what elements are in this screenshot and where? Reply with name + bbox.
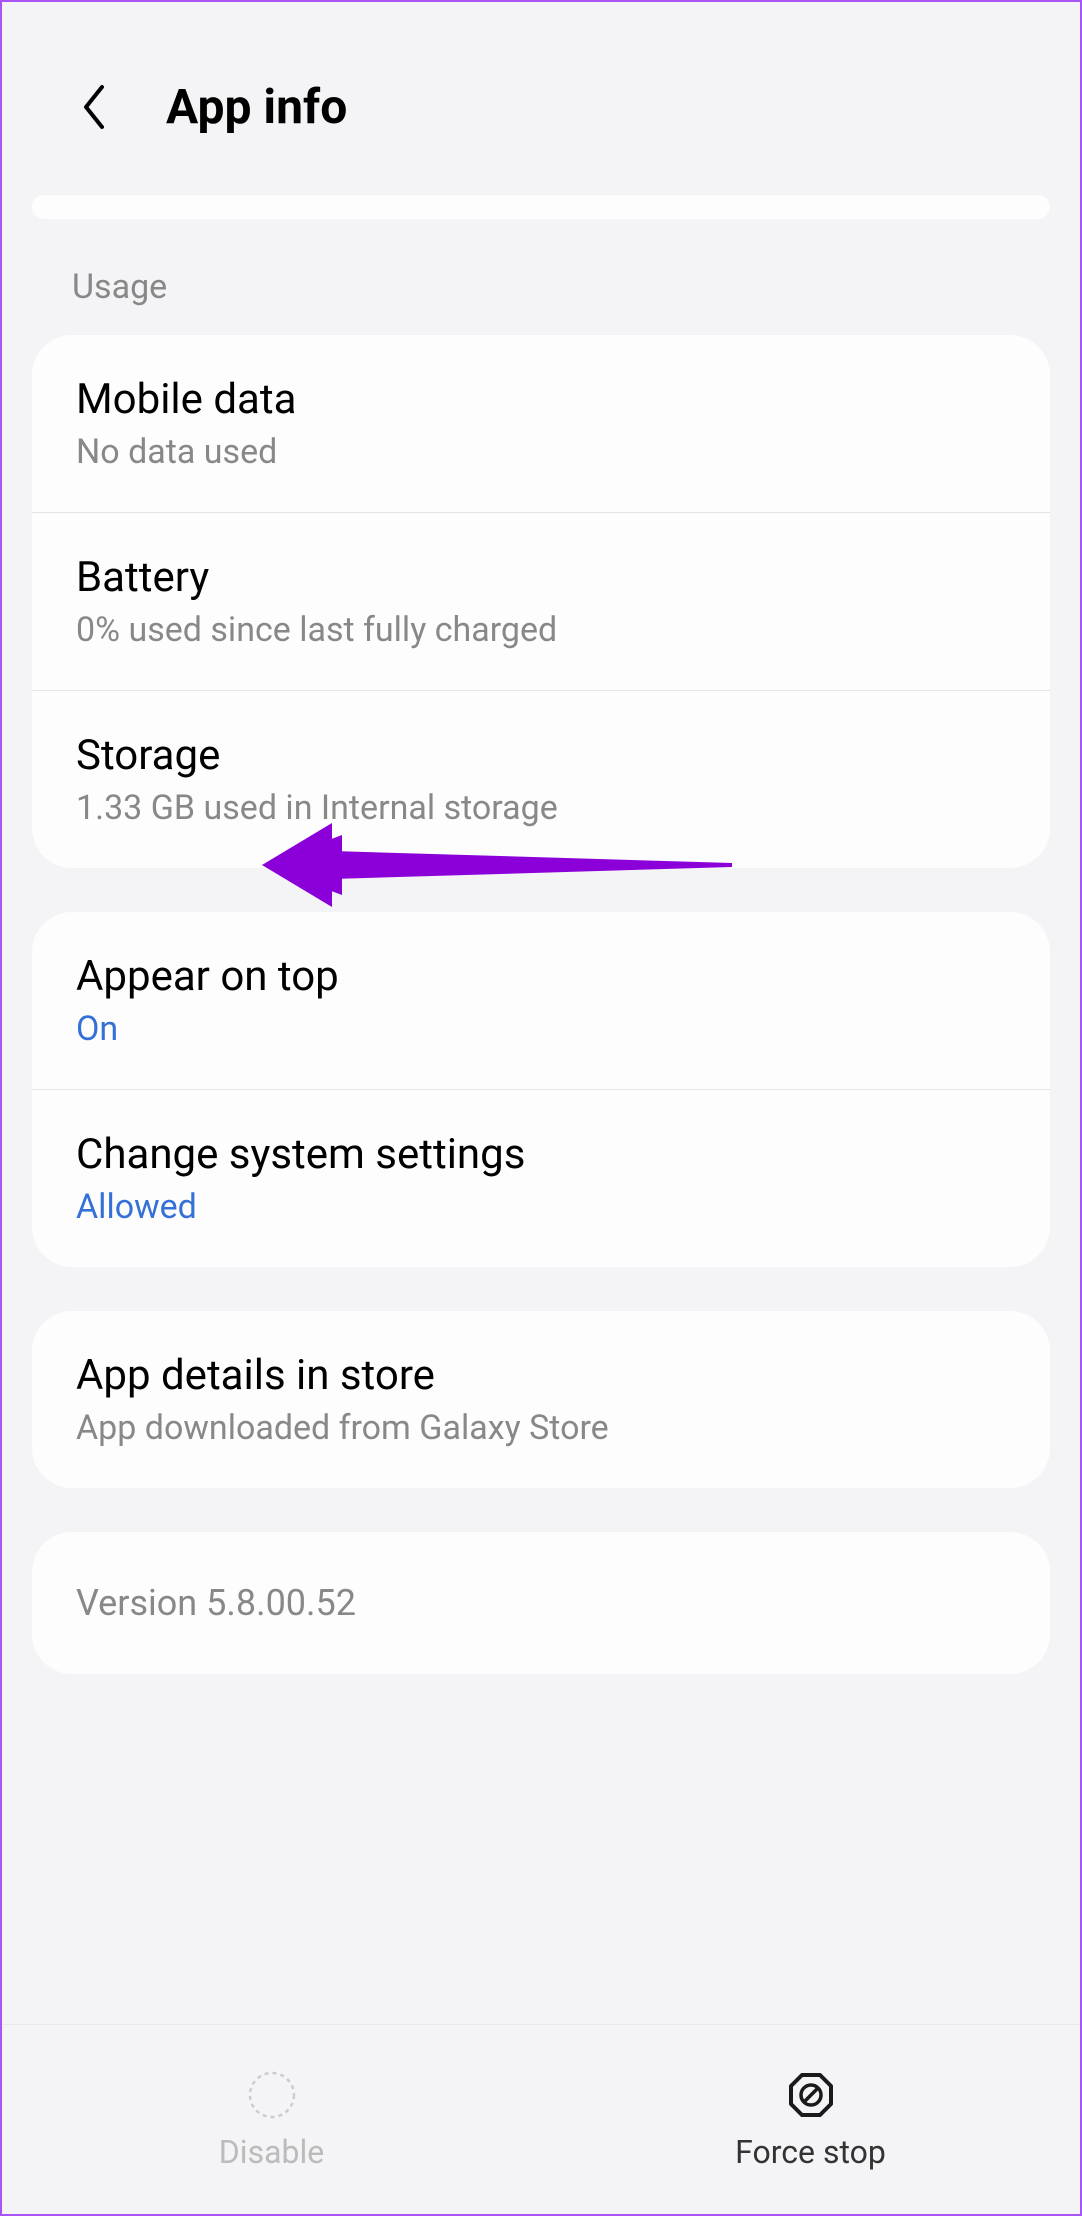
change-system-settings-subtitle: Allowed [76,1187,1006,1227]
change-system-settings-title: Change system settings [76,1130,1006,1179]
battery-title: Battery [76,553,1006,602]
usage-card: Mobile data No data used Battery 0% used… [32,335,1050,868]
appear-on-top-subtitle: On [76,1009,1006,1049]
bottom-bar: Disable Force stop [2,2024,1080,2214]
battery-item[interactable]: Battery 0% used since last fully charged [32,513,1050,690]
disable-button[interactable]: Disable [2,2025,541,2214]
disable-icon [246,2069,298,2121]
version-card: Version 5.8.00.52 [32,1532,1050,1674]
disable-label: Disable [219,2133,324,2171]
app-details-store-item[interactable]: App details in store App downloaded from… [32,1311,1050,1488]
header: App info [2,2,1080,195]
back-icon[interactable] [72,85,116,129]
page-title: App info [166,78,347,135]
mobile-data-subtitle: No data used [76,432,1006,472]
force-stop-button[interactable]: Force stop [541,2025,1080,2214]
usage-section-label: Usage [2,219,1080,335]
storage-title: Storage [76,731,1006,780]
app-details-store-title: App details in store [76,1351,1006,1400]
mobile-data-title: Mobile data [76,375,1006,424]
store-card: App details in store App downloaded from… [32,1311,1050,1488]
top-divider [32,195,1050,219]
storage-item[interactable]: Storage 1.33 GB used in Internal storage [32,691,1050,868]
force-stop-icon [785,2069,837,2121]
battery-subtitle: 0% used since last fully charged [76,610,1006,650]
force-stop-label: Force stop [735,2133,886,2171]
app-details-store-subtitle: App downloaded from Galaxy Store [76,1408,1006,1448]
appear-on-top-item[interactable]: Appear on top On [32,912,1050,1089]
storage-subtitle: 1.33 GB used in Internal storage [76,788,1006,828]
appear-on-top-title: Appear on top [76,952,1006,1001]
change-system-settings-item[interactable]: Change system settings Allowed [32,1090,1050,1267]
mobile-data-item[interactable]: Mobile data No data used [32,335,1050,512]
version-text: Version 5.8.00.52 [76,1582,1006,1624]
advanced-card: Appear on top On Change system settings … [32,912,1050,1267]
